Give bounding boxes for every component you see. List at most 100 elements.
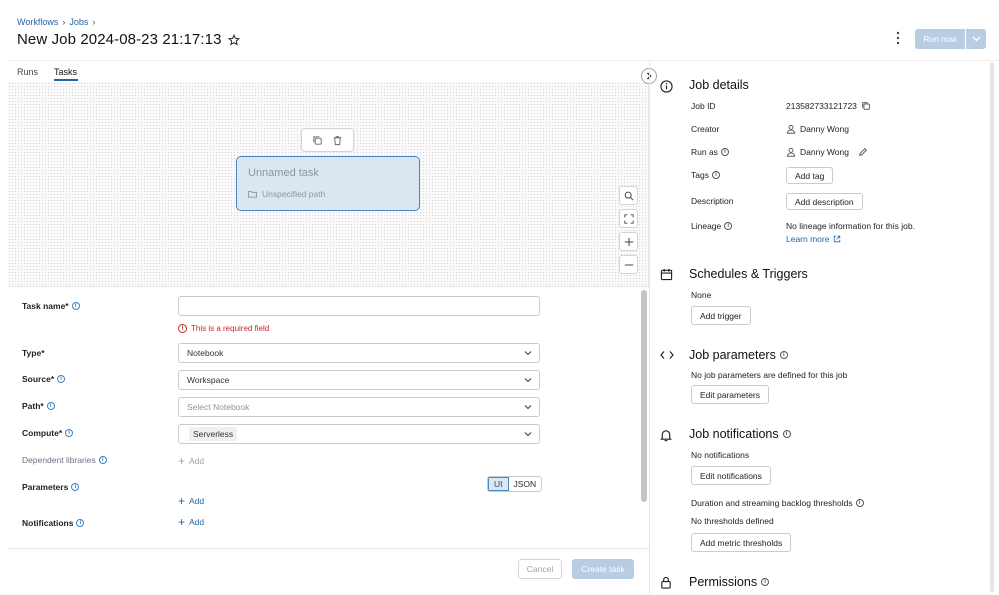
zoom-in-icon[interactable] <box>619 232 638 251</box>
chevron-down-icon <box>972 36 980 42</box>
breadcrumb-jobs[interactable]: Jobs <box>69 17 88 27</box>
fit-view-icon[interactable] <box>619 209 638 228</box>
info-icon[interactable]: i <box>57 375 66 383</box>
run-as-label-text: Run as <box>691 147 718 157</box>
add-tag-button[interactable]: Add tag <box>786 167 834 184</box>
search-icon[interactable] <box>619 186 638 205</box>
info-icon[interactable]: i <box>711 171 720 179</box>
info-icon[interactable]: i <box>761 578 770 586</box>
source-label-text: Source* <box>22 374 55 384</box>
edit-notifications-button[interactable]: Edit notifications <box>691 466 771 485</box>
required-field-error: ! This is a required field <box>178 324 269 333</box>
page-title[interactable]: New Job 2024-08-23 21:17:13 <box>17 31 222 48</box>
task-node[interactable]: Unnamed task Unspecified path <box>236 156 420 211</box>
job-parameters-text: No job parameters are defined for this j… <box>691 370 848 380</box>
schedules-value: None <box>691 290 712 300</box>
description-label: Description <box>691 196 734 206</box>
info-icon[interactable]: i <box>779 351 788 359</box>
source-select[interactable]: Workspace <box>178 370 540 390</box>
form-footer-divider <box>8 548 649 549</box>
tab-runs[interactable]: Runs <box>17 67 38 77</box>
type-select[interactable]: Notebook <box>178 343 540 363</box>
job-id-value: 213582733121723 <box>786 101 871 111</box>
required-error-text: This is a required field <box>191 324 270 333</box>
create-task-button[interactable]: Create task <box>572 559 634 579</box>
cancel-button[interactable]: Cancel <box>518 559 562 579</box>
type-label: Type* <box>22 348 45 358</box>
tags-label: Tags i <box>691 170 720 180</box>
creator-value: Danny Wong <box>786 124 849 134</box>
pencil-icon[interactable] <box>858 147 868 157</box>
info-icon[interactable]: i <box>782 430 791 438</box>
info-icon[interactable]: i <box>71 302 80 310</box>
run-as-label: Run as i <box>691 147 729 157</box>
trash-icon[interactable] <box>332 135 343 146</box>
add-description-button[interactable]: Add description <box>786 193 863 210</box>
edit-parameters-button[interactable]: Edit parameters <box>691 385 769 404</box>
panel-divider <box>649 60 650 595</box>
copy-icon[interactable] <box>312 135 323 146</box>
toggle-ui[interactable]: UI <box>488 477 509 491</box>
folder-icon <box>248 190 257 198</box>
canvas-form-divider <box>8 286 649 287</box>
notifications-label: Notifications i <box>22 518 85 528</box>
info-icon[interactable]: i <box>71 483 80 491</box>
run-now-button[interactable]: Run now <box>915 29 965 49</box>
path-label: Path* i <box>22 401 55 411</box>
path-label-text: Path* <box>22 401 44 411</box>
dependent-libraries-label: Dependent libraries i <box>22 455 107 465</box>
form-scrollbar[interactable] <box>641 290 647 502</box>
creator-text: Danny Wong <box>800 124 849 134</box>
star-icon[interactable] <box>228 34 240 46</box>
run-now-dropdown[interactable] <box>966 29 986 49</box>
bell-icon <box>660 429 672 442</box>
chevron-down-icon <box>524 378 532 383</box>
breadcrumb-workflows[interactable]: Workflows <box>17 17 58 27</box>
add-notification-button[interactable]: + Add <box>178 515 205 529</box>
parameters-label: Parameters i <box>22 482 80 492</box>
add-metric-thresholds-button[interactable]: Add metric thresholds <box>691 533 792 552</box>
add-dependent-library-button[interactable]: + Add <box>178 454 204 468</box>
task-node-path: Unspecified path <box>262 189 326 199</box>
compute-label: Compute* i <box>22 428 74 438</box>
info-icon[interactable]: i <box>76 519 85 527</box>
add-parameter-button[interactable]: + Add <box>178 494 204 508</box>
code-icon <box>660 350 674 360</box>
run-as-value: Danny Wong <box>786 147 868 157</box>
kebab-menu-icon[interactable] <box>893 31 903 45</box>
panel-scrollbar[interactable] <box>990 62 994 592</box>
permissions-title-text: Permissions <box>689 575 758 589</box>
add-trigger-button[interactable]: Add trigger <box>691 306 751 325</box>
run-as-text: Danny Wong <box>800 147 849 157</box>
copy-icon[interactable] <box>861 101 871 111</box>
zoom-out-icon[interactable] <box>619 255 638 274</box>
task-name-label-text: Task name* <box>22 301 69 311</box>
plus-icon: + <box>178 515 186 529</box>
info-icon[interactable]: i <box>724 222 733 230</box>
plus-icon: + <box>178 454 186 468</box>
node-toolbar <box>301 128 354 152</box>
thresholds-label-text: Duration and streaming backlog threshold… <box>691 498 853 508</box>
add-label: Add <box>189 517 205 527</box>
notifications-label-text: Notifications <box>22 518 74 528</box>
task-name-label: Task name* i <box>22 301 80 311</box>
chevron-down-icon <box>524 405 532 410</box>
tags-label-text: Tags <box>691 170 709 180</box>
path-select[interactable]: Select Notebook <box>178 397 540 417</box>
toggle-json[interactable]: JSON <box>509 477 542 491</box>
info-icon[interactable]: i <box>65 429 74 437</box>
info-icon[interactable]: i <box>46 402 55 410</box>
learn-more-link[interactable]: Learn more <box>786 234 841 244</box>
info-icon[interactable]: i <box>855 499 864 507</box>
info-icon[interactable]: i <box>720 148 729 156</box>
error-icon: ! <box>178 324 187 333</box>
chevron-down-icon <box>524 432 532 437</box>
schedules-title: Schedules & Triggers <box>689 267 808 281</box>
tab-tasks[interactable]: Tasks <box>54 67 77 77</box>
task-name-input[interactable] <box>178 296 540 316</box>
source-select-value: Workspace <box>187 375 230 385</box>
compute-select[interactable]: Serverless <box>178 424 540 444</box>
thresholds-label: Duration and streaming backlog threshold… <box>691 498 864 508</box>
plus-icon: + <box>178 494 186 508</box>
info-icon[interactable]: i <box>98 456 107 464</box>
